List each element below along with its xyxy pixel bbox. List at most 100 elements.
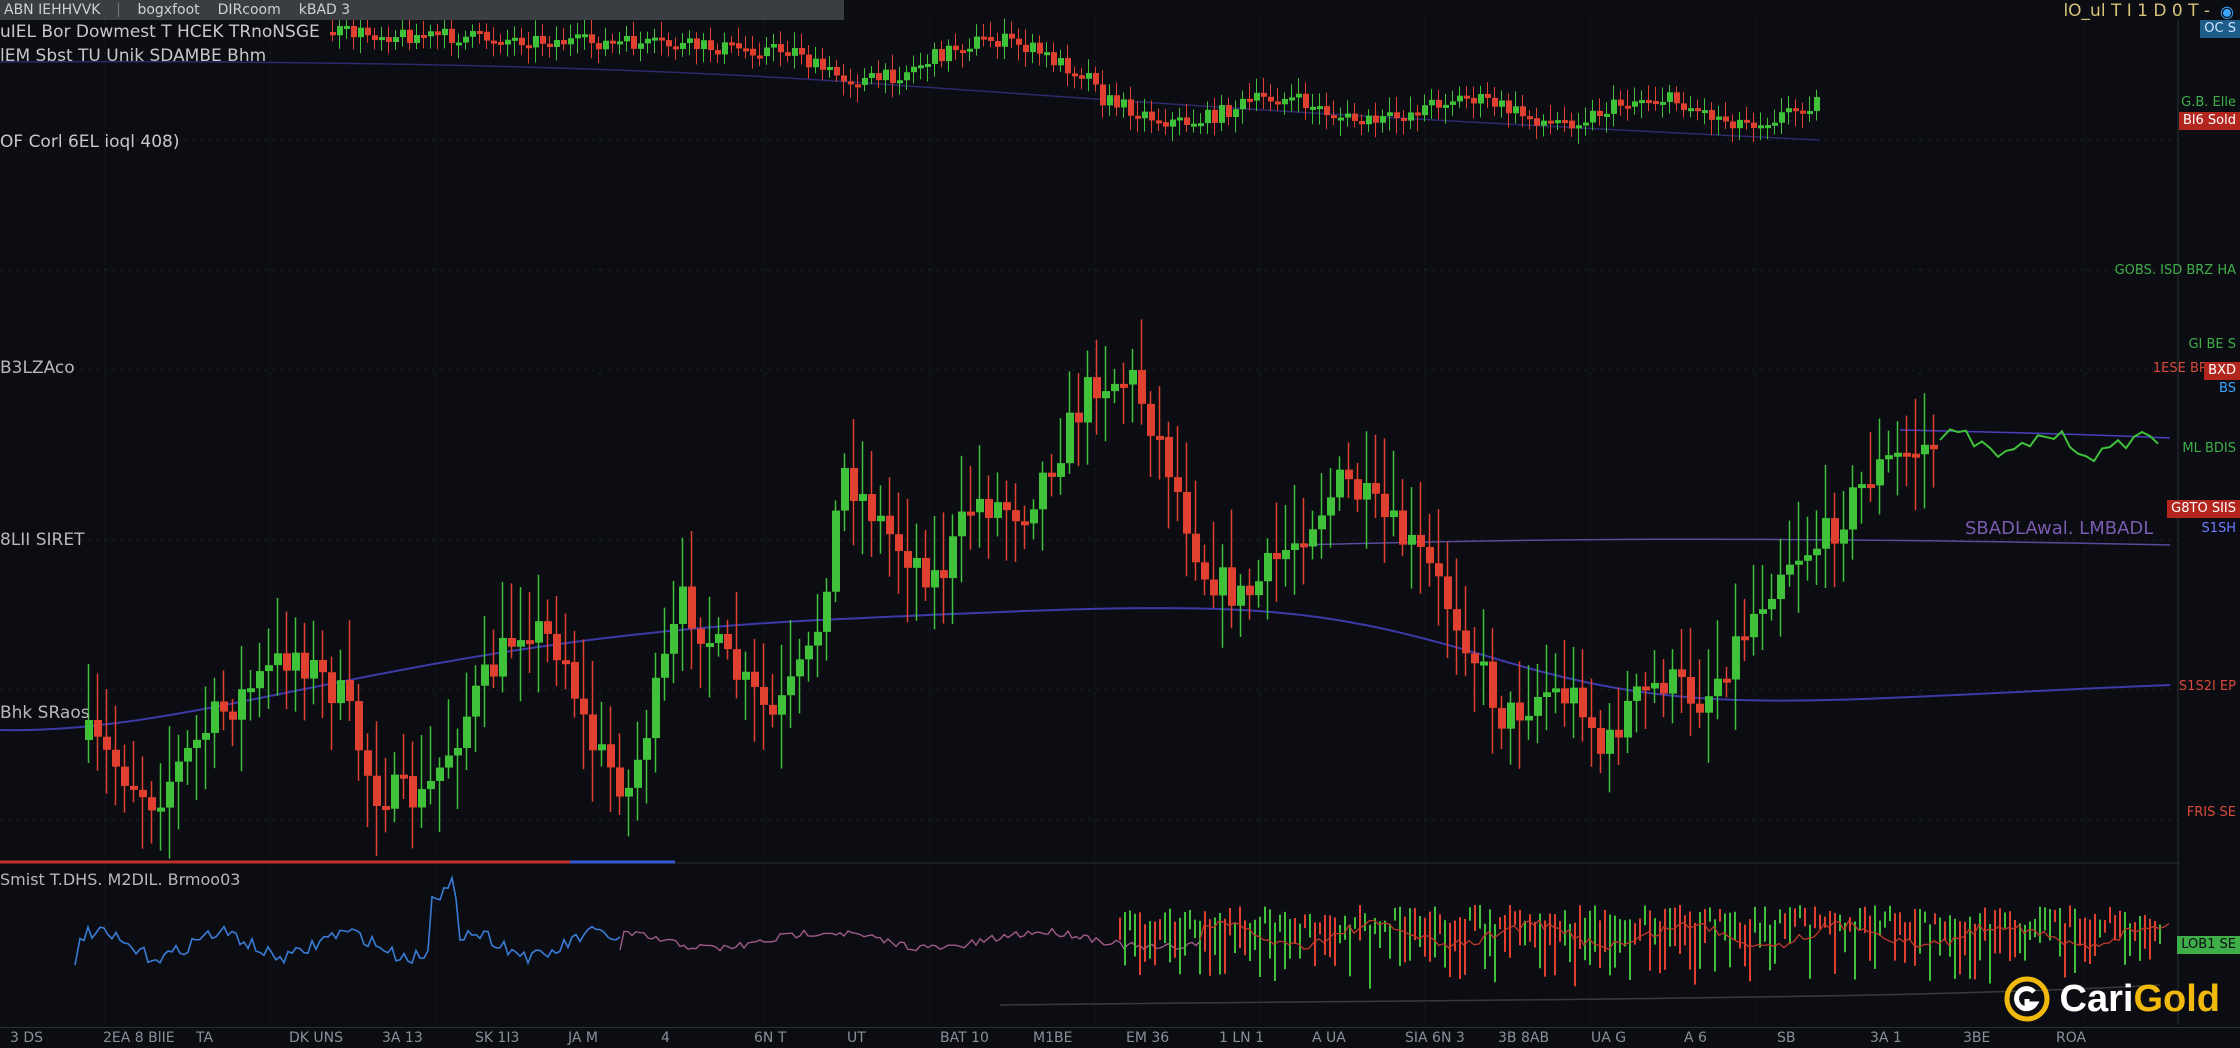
mini-candle-body	[533, 35, 539, 48]
candle-body	[985, 498, 993, 518]
candle-body	[616, 767, 624, 797]
oscillator-line-purple	[619, 927, 1201, 952]
candle-body	[1867, 484, 1875, 489]
tab-2[interactable]: bogxfoot	[137, 2, 199, 18]
mini-candle-body	[1065, 58, 1071, 74]
candle-body	[373, 775, 381, 806]
mini-candle-body	[1079, 75, 1085, 79]
mini-candle-body	[1737, 119, 1743, 129]
mini-candle-body	[932, 49, 938, 64]
candle-body	[1066, 412, 1074, 464]
candle-body	[436, 767, 444, 781]
time-axis-label: 2EA 8 BlIE	[103, 1030, 175, 1046]
mini-candle-body	[589, 34, 595, 44]
mini-candle-body	[1597, 110, 1603, 116]
mini-candle-body	[1163, 122, 1169, 127]
candle-body	[841, 467, 849, 511]
candle-body	[121, 766, 129, 786]
left-label-3: Bhk SRaos	[0, 703, 90, 723]
mini-candle-body	[1625, 105, 1631, 109]
mini-candle-body	[883, 69, 889, 81]
mini-candle-body	[1044, 52, 1050, 56]
candle-body	[1192, 533, 1200, 563]
candle-body	[895, 534, 903, 552]
mini-candle-body	[1030, 42, 1036, 53]
mini-candle-body	[1401, 118, 1407, 122]
mini-candle-body	[568, 38, 574, 45]
candle-body	[1435, 563, 1443, 577]
candle-body	[1426, 546, 1434, 564]
mini-candle-body	[1408, 112, 1414, 121]
tab-1[interactable]: ABN IEHHVVK	[4, 2, 100, 18]
candle-body	[346, 680, 354, 702]
candle-body	[751, 671, 759, 687]
candle-body	[1723, 678, 1731, 683]
price-tag: S1S2I EP	[2178, 679, 2236, 694]
mini-candle-body	[1499, 100, 1505, 107]
mini-candle-body	[631, 35, 637, 49]
candle-body	[454, 748, 462, 756]
candle-body	[499, 638, 507, 677]
candle-body	[1453, 609, 1461, 631]
indicator-label[interactable]: OF Corl 6EL ioql 408)	[0, 132, 180, 152]
mini-candle-body	[344, 25, 350, 29]
tab-4[interactable]: kBAD 3	[299, 2, 350, 18]
mini-candle-body	[1478, 93, 1484, 104]
candle-body	[409, 776, 417, 808]
mini-candle-body	[610, 40, 616, 44]
mini-candle-body	[792, 47, 798, 56]
candle-body	[877, 515, 885, 522]
chart-canvas[interactable]	[0, 0, 2240, 1048]
mini-candle-body	[1373, 115, 1379, 123]
candle-body	[823, 591, 831, 632]
candle-body	[1003, 502, 1011, 511]
candle-body	[634, 759, 642, 788]
price-tag: GI BE S	[2188, 337, 2236, 352]
candle-body	[1795, 560, 1803, 565]
candle-body	[571, 662, 579, 699]
time-axis-label: UA G	[1591, 1030, 1627, 1046]
candle-body	[1930, 444, 1938, 450]
mini-candle-body	[673, 46, 679, 50]
mini-candle-body	[1429, 99, 1435, 106]
mini-candle-body	[876, 73, 882, 81]
candle-body	[787, 676, 795, 696]
candle-body	[1858, 484, 1866, 489]
tab-3[interactable]: DIRcoom	[218, 2, 281, 18]
mini-candle-body	[1653, 101, 1659, 105]
candle-body	[355, 701, 363, 751]
mini-candle-body	[372, 35, 378, 40]
mini-candle-body	[708, 40, 714, 51]
mini-candle-body	[1247, 98, 1253, 102]
candle-body	[1291, 543, 1299, 551]
camera-icon[interactable]: ◉	[2220, 2, 2234, 21]
mini-candle-body	[1765, 125, 1771, 129]
mini-candle-body	[750, 48, 756, 56]
mini-candle-body	[911, 66, 917, 73]
mini-candle-body	[785, 52, 791, 56]
candle-body	[1516, 702, 1524, 721]
mini-candle-body	[1464, 95, 1470, 99]
mini-candle-body	[547, 43, 553, 47]
price-tag: BS	[2219, 381, 2236, 396]
mini-candle-body	[764, 47, 770, 57]
candle-body	[1462, 630, 1470, 654]
mini-candle-body	[1723, 116, 1729, 122]
candle-body	[1138, 370, 1146, 404]
lower-panel-label: Smist T.DHS. M2DIL. Brmoo03	[0, 870, 241, 889]
time-axis[interactable]: 3 DS 2EA 8 BlIE TA DK UNS 3A 13 SK 1I3 JA M 4 6N…	[0, 1027, 2240, 1048]
candle-body	[1543, 692, 1551, 697]
candle-body	[1624, 700, 1632, 738]
candle-body	[1705, 696, 1713, 713]
candle-body	[1561, 688, 1569, 704]
candle-body	[1417, 534, 1425, 547]
candle-body	[1444, 576, 1452, 610]
candle-body	[319, 660, 327, 673]
mini-candle-body	[337, 26, 343, 36]
mini-candle-body	[1219, 105, 1225, 123]
price-tag: FRIS SE	[2186, 805, 2236, 820]
candle-body	[679, 586, 687, 624]
mini-candle-body	[428, 31, 434, 37]
candle-body	[1201, 562, 1209, 580]
candle-body	[1921, 444, 1929, 455]
